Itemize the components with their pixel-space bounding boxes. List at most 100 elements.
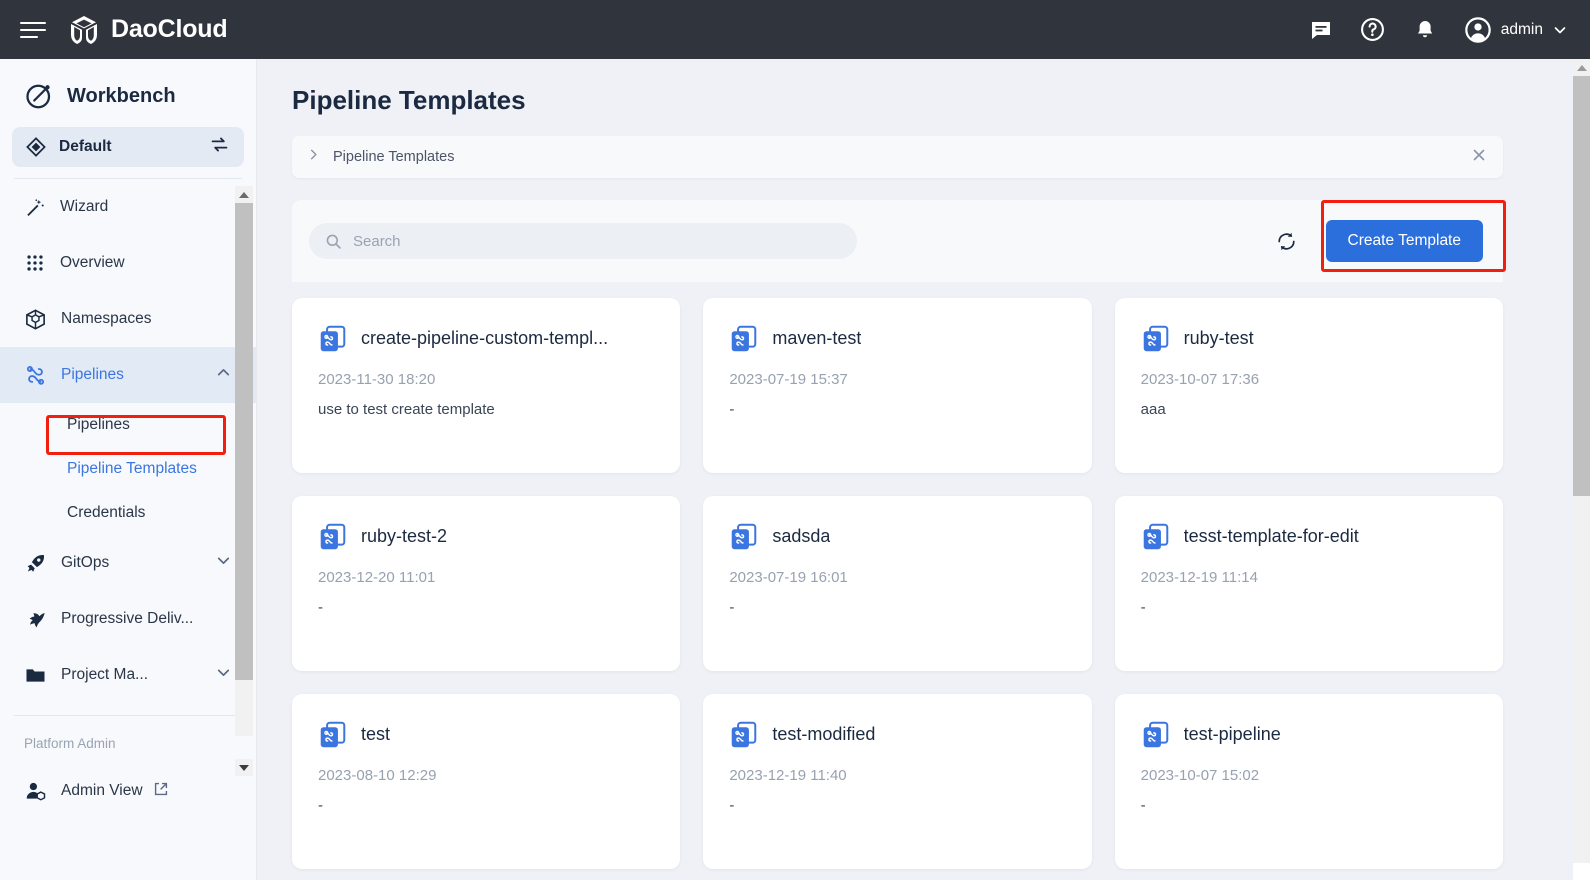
sidebar-item-wizard[interactable]: Wizard — [0, 179, 256, 235]
template-card[interactable]: test-pipeline 2023-10-07 15:02 - — [1115, 694, 1503, 869]
template-card[interactable]: ruby-test 2023-10-07 17:36 aaa — [1115, 298, 1503, 473]
top-navigation-bar: DaoCloud — [0, 0, 1590, 59]
template-timestamp: 2023-07-19 16:01 — [729, 569, 1067, 586]
chevron-down-icon[interactable] — [215, 664, 232, 686]
template-card[interactable]: test 2023-08-10 12:29 - — [292, 694, 680, 869]
brand-logo[interactable]: DaoCloud — [68, 14, 227, 46]
template-description: - — [318, 797, 656, 814]
template-name: test-pipeline — [1184, 724, 1281, 745]
template-card[interactable]: sadsda 2023-07-19 16:01 - — [703, 496, 1091, 671]
scroll-down-arrow-icon[interactable] — [235, 759, 253, 776]
chevron-up-icon[interactable] — [215, 364, 232, 386]
sidebar-item-label: Wizard — [60, 198, 108, 216]
template-card-header: tesst-template-for-edit — [1141, 522, 1479, 551]
external-link-icon — [153, 781, 169, 802]
breadcrumb-label[interactable]: Pipeline Templates — [333, 149, 454, 165]
template-card-header: ruby-test — [1141, 324, 1479, 353]
scroll-up-arrow-icon[interactable] — [235, 186, 253, 203]
topbar-actions: admin — [1308, 16, 1568, 44]
template-timestamp: 2023-12-19 11:14 — [1141, 569, 1479, 586]
bell-icon[interactable] — [1412, 17, 1438, 43]
sidebar-item-label: Progressive Deliv... — [61, 610, 193, 628]
template-description: - — [729, 797, 1067, 814]
sidebar-item-project-management[interactable]: Project Ma... — [0, 647, 256, 703]
sidebar-scrollbar-thumb[interactable] — [235, 202, 253, 680]
sidebar-item-namespaces[interactable]: Namespaces — [0, 291, 256, 347]
sidebar-subitem-credentials[interactable]: Credentials — [0, 491, 256, 535]
create-template-button[interactable]: Create Template — [1326, 220, 1483, 262]
sidebar: Workbench Default — [0, 59, 257, 880]
template-card[interactable]: maven-test 2023-07-19 15:37 - — [703, 298, 1091, 473]
sidebar-item-label: Pipelines — [61, 366, 124, 384]
template-card[interactable]: ruby-test-2 2023-12-20 11:01 - — [292, 496, 680, 671]
folder-icon — [24, 664, 47, 687]
template-copy-icon — [1141, 324, 1170, 353]
scroll-up-arrow-icon[interactable] — [1573, 59, 1590, 76]
sidebar-subitem-label: Pipelines — [67, 416, 130, 434]
sidebar-item-overview[interactable]: Overview — [0, 235, 256, 291]
template-copy-icon — [729, 522, 758, 551]
template-card-header: test-pipeline — [1141, 720, 1479, 749]
template-card[interactable]: tesst-template-for-edit 2023-12-19 11:14… — [1115, 496, 1503, 671]
main-scrollbar[interactable] — [1573, 59, 1590, 880]
rocket-icon — [24, 552, 47, 575]
workbench-icon — [24, 81, 54, 111]
sidebar-subitem-label: Credentials — [67, 504, 145, 522]
help-icon[interactable] — [1360, 17, 1386, 43]
sidebar-item-progressive-delivery[interactable]: Progressive Deliv... — [0, 591, 256, 647]
main-content: Pipeline Templates Pipeline Templates — [257, 59, 1573, 880]
search-input[interactable]: Search — [309, 223, 857, 259]
template-card[interactable]: create-pipeline-custom-templ... 2023-11-… — [292, 298, 680, 473]
template-timestamp: 2023-12-19 11:40 — [729, 767, 1067, 784]
template-card-header: ruby-test-2 — [318, 522, 656, 551]
hamburger-icon[interactable] — [20, 20, 46, 40]
user-menu[interactable]: admin — [1464, 16, 1568, 44]
sidebar-item-label: Overview — [60, 254, 125, 272]
template-name: test-modified — [772, 724, 875, 745]
template-copy-icon — [729, 720, 758, 749]
breadcrumb: Pipeline Templates — [292, 136, 1503, 178]
template-card-header: test-modified — [729, 720, 1067, 749]
message-icon[interactable] — [1308, 17, 1334, 43]
sidebar-subitem-pipelines[interactable]: Pipelines — [0, 403, 256, 447]
sidebar-item-admin-view[interactable]: Admin View — [0, 763, 256, 819]
avatar — [1464, 16, 1492, 44]
context-label: Default — [59, 138, 112, 156]
template-copy-icon — [318, 720, 347, 749]
template-name: create-pipeline-custom-templ... — [361, 328, 608, 349]
template-timestamp: 2023-12-20 11:01 — [318, 569, 656, 586]
search-icon — [325, 233, 342, 250]
swap-icon[interactable] — [209, 134, 230, 160]
sidebar-item-label: Project Ma... — [61, 666, 148, 684]
template-copy-icon — [318, 324, 347, 353]
template-timestamp: 2023-10-07 15:02 — [1141, 767, 1479, 784]
context-selector-default[interactable]: Default — [12, 127, 244, 167]
workbench-header: Workbench — [0, 59, 256, 125]
sidebar-scrollbar[interactable] — [233, 186, 255, 776]
close-icon[interactable] — [1471, 147, 1487, 168]
template-card[interactable]: test-modified 2023-12-19 11:40 - — [703, 694, 1091, 869]
grid-icon — [24, 252, 46, 274]
template-timestamp: 2023-11-30 18:20 — [318, 371, 656, 388]
layers-icon — [25, 136, 47, 158]
template-name: ruby-test-2 — [361, 526, 447, 547]
template-timestamp: 2023-07-19 15:37 — [729, 371, 1067, 388]
main-scrollbar-thumb[interactable] — [1573, 76, 1590, 496]
template-copy-icon — [1141, 720, 1170, 749]
wand-icon — [24, 196, 46, 218]
brand-name: DaoCloud — [111, 15, 227, 44]
sidebar-item-gitops[interactable]: GitOps — [0, 535, 256, 591]
sidebar-item-pipelines[interactable]: Pipelines — [0, 347, 256, 403]
sidebar-subitem-pipeline-templates[interactable]: Pipeline Templates — [0, 447, 256, 491]
template-description: - — [1141, 599, 1479, 616]
template-name: sadsda — [772, 526, 830, 547]
template-name: ruby-test — [1184, 328, 1254, 349]
template-name: maven-test — [772, 328, 861, 349]
chevron-right-icon[interactable] — [306, 147, 321, 167]
templates-toolbar: Search Create Template — [292, 200, 1503, 282]
template-card-header: maven-test — [729, 324, 1067, 353]
admin-icon — [24, 780, 47, 803]
sidebar-item-label: GitOps — [61, 554, 109, 572]
refresh-icon[interactable] — [1275, 230, 1298, 253]
chevron-down-icon[interactable] — [215, 552, 232, 574]
